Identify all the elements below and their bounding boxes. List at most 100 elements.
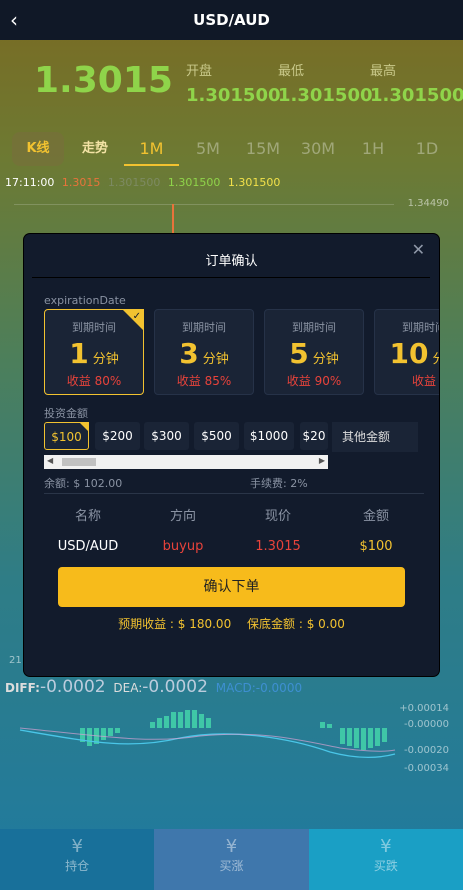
expiration-unit: 分钟 xyxy=(312,352,339,367)
amount-option[interactable]: $500 xyxy=(194,422,239,450)
tab-15m[interactable]: 15M xyxy=(237,132,289,166)
current-price: 1.3015 xyxy=(34,60,173,101)
top-bar: ‹ USD/AUD xyxy=(0,0,463,40)
col-header: 方向 xyxy=(169,509,196,524)
macd-axis-label: -0.00034 xyxy=(404,763,449,774)
tab-1m[interactable]: 1M xyxy=(124,132,179,166)
diff-label: DIFF: xyxy=(5,681,40,695)
expiration-number: 10 xyxy=(389,337,429,370)
expiration-profit: 收益 85% xyxy=(176,374,232,388)
amount-scrollbar[interactable]: ◀ ▶ xyxy=(44,455,328,469)
divider xyxy=(44,493,424,494)
modal-divider xyxy=(32,277,430,278)
fee-text: 手续费: 2% xyxy=(250,477,308,490)
macd-histogram xyxy=(19,710,396,759)
bottom-nav: ¥ 持仓 ¥ 买涨 ¥ 买跌 xyxy=(0,829,463,890)
order-summary: 预期收益 : $ 180.00 保底金额 : $ 0.00 xyxy=(24,615,439,632)
expiration-option-1[interactable]: ✓ 到期时间 1 分钟 收益 80% xyxy=(44,309,144,395)
amount-options: $100 $200 $300 $500 $1000 $20 其他金额 xyxy=(44,422,439,452)
open-stat: 开盘 1.301500 xyxy=(186,60,281,106)
expiration-number: 1 xyxy=(69,337,89,370)
col-value: 1.3015 xyxy=(255,539,301,554)
timeframe-tabs: K线 走势 1M 5M 15M 30M 1H 1D xyxy=(10,132,460,166)
macd-label: MACD: xyxy=(215,681,256,695)
tab-1d[interactable]: 1D xyxy=(402,132,452,166)
macd-axis-label: -0.00000 xyxy=(404,719,449,730)
confirm-order-button[interactable]: 确认下单 xyxy=(58,567,405,607)
amount-option[interactable]: $20 xyxy=(300,422,328,450)
nav-label: 买跌 xyxy=(373,859,398,873)
tab-trend[interactable]: 走势 xyxy=(68,132,122,166)
expiration-option-5[interactable]: 到期时间 5 分钟 收益 90% xyxy=(264,309,364,395)
expiration-option-3[interactable]: 到期时间 3 分钟 收益 85% xyxy=(154,309,254,395)
order-amount-col: 金额 $100 xyxy=(336,505,416,554)
expiration-unit: 分钟 xyxy=(92,352,119,367)
tab-5m[interactable]: 5M xyxy=(182,132,234,166)
ticker-time: 17:11:00 xyxy=(5,176,55,189)
nav-label: 持仓 xyxy=(65,859,90,873)
tab-30m[interactable]: 30M xyxy=(292,132,344,166)
balance-text: 余额: $ 102.00 xyxy=(44,477,123,490)
col-header: 金额 xyxy=(362,509,389,524)
nav-label: 买涨 xyxy=(219,859,244,873)
expiration-profit: 收益 80% xyxy=(66,374,122,388)
yen-coins-icon: ¥ xyxy=(71,836,83,857)
scroll-right-icon[interactable]: ▶ xyxy=(319,456,325,465)
expiration-number: 5 xyxy=(289,337,309,370)
macd-axis-label: +0.00014 xyxy=(399,703,449,714)
scroll-thumb[interactable] xyxy=(62,458,96,466)
expiration-options: ✓ 到期时间 1 分钟 收益 80% 到期时间 3 分钟 收益 85% 到期时间 5… xyxy=(44,309,439,395)
macd-axis-label: -0.00020 xyxy=(404,745,449,756)
expiration-profit: 收益 xyxy=(411,374,436,388)
scroll-left-icon[interactable]: ◀ xyxy=(47,456,53,465)
nav-buy-up[interactable]: ¥ 买涨 xyxy=(154,829,309,890)
guaranteed-amount: 保底金额 : $ 0.00 xyxy=(247,617,345,631)
close-icon[interactable]: ✕ xyxy=(412,240,425,259)
chevron-left-icon[interactable]: ‹ xyxy=(10,8,18,32)
candle xyxy=(172,204,174,234)
high-label: 最高 xyxy=(370,64,397,79)
open-value: 1.301500 xyxy=(186,85,281,106)
ticker-value-1: 1.3015 xyxy=(61,176,101,189)
expiration-label: expirationDate xyxy=(44,294,126,307)
expiration-profit: 收益 90% xyxy=(286,374,342,388)
amount-option[interactable]: $300 xyxy=(144,422,189,450)
chart-axis-label: 1.34490 xyxy=(407,198,449,209)
nav-positions[interactable]: ¥ 持仓 xyxy=(0,829,155,890)
dea-value: -0.0002 xyxy=(142,677,208,697)
other-amount-input[interactable]: 其他金额 xyxy=(332,422,418,452)
col-value: USD/AUD xyxy=(57,539,119,554)
expiration-unit: 分钟 xyxy=(202,352,229,367)
col-value: buyup xyxy=(162,539,204,554)
order-confirm-modal: 订单确认 ✕ expirationDate ✓ 到期时间 1 分钟 收益 80% … xyxy=(24,234,439,676)
expected-profit: 预期收益 : $ 180.00 xyxy=(118,617,232,631)
modal-title: 订单确认 xyxy=(205,254,258,269)
amount-option[interactable]: $200 xyxy=(95,422,140,450)
order-direction-col: 方向 buyup xyxy=(143,505,223,554)
order-price-col: 现价 1.3015 xyxy=(238,505,318,554)
col-value: $100 xyxy=(359,539,393,554)
expiration-unit: 分钟 xyxy=(432,352,439,367)
expiration-option-10[interactable]: 到期时间 10分钟 收益 xyxy=(374,309,439,395)
nav-buy-down[interactable]: ¥ 买跌 xyxy=(308,829,463,890)
macd-indicator-line: DIFF:-0.0002 DEA:-0.0002 MACD:-0.0000 xyxy=(5,677,302,697)
tab-1h[interactable]: 1H xyxy=(347,132,399,166)
macd-value: -0.0000 xyxy=(255,681,303,695)
dea-label: DEA: xyxy=(113,681,143,695)
ticker-value-4: 1.301500 xyxy=(227,176,281,189)
order-name-col: 名称 USD/AUD xyxy=(48,505,128,554)
expiration-time-label: 到期时间 xyxy=(292,321,336,334)
selected-corner xyxy=(79,422,89,432)
high-stat: 最高 1.301500 xyxy=(370,60,463,106)
open-label: 开盘 xyxy=(186,64,213,79)
tab-kline[interactable]: K线 xyxy=(12,132,64,166)
col-header: 现价 xyxy=(264,509,291,524)
col-header: 名称 xyxy=(74,509,101,524)
chart-side-label: 21 xyxy=(9,655,22,666)
yen-circle-icon: ¥ xyxy=(225,836,238,857)
high-value: 1.301500 xyxy=(370,85,463,106)
yen-circle-icon: ¥ xyxy=(380,836,392,857)
amount-option[interactable]: $1000 xyxy=(244,422,294,450)
low-value: 1.301500 xyxy=(278,85,373,106)
page-title: USD/AUD xyxy=(193,11,270,29)
